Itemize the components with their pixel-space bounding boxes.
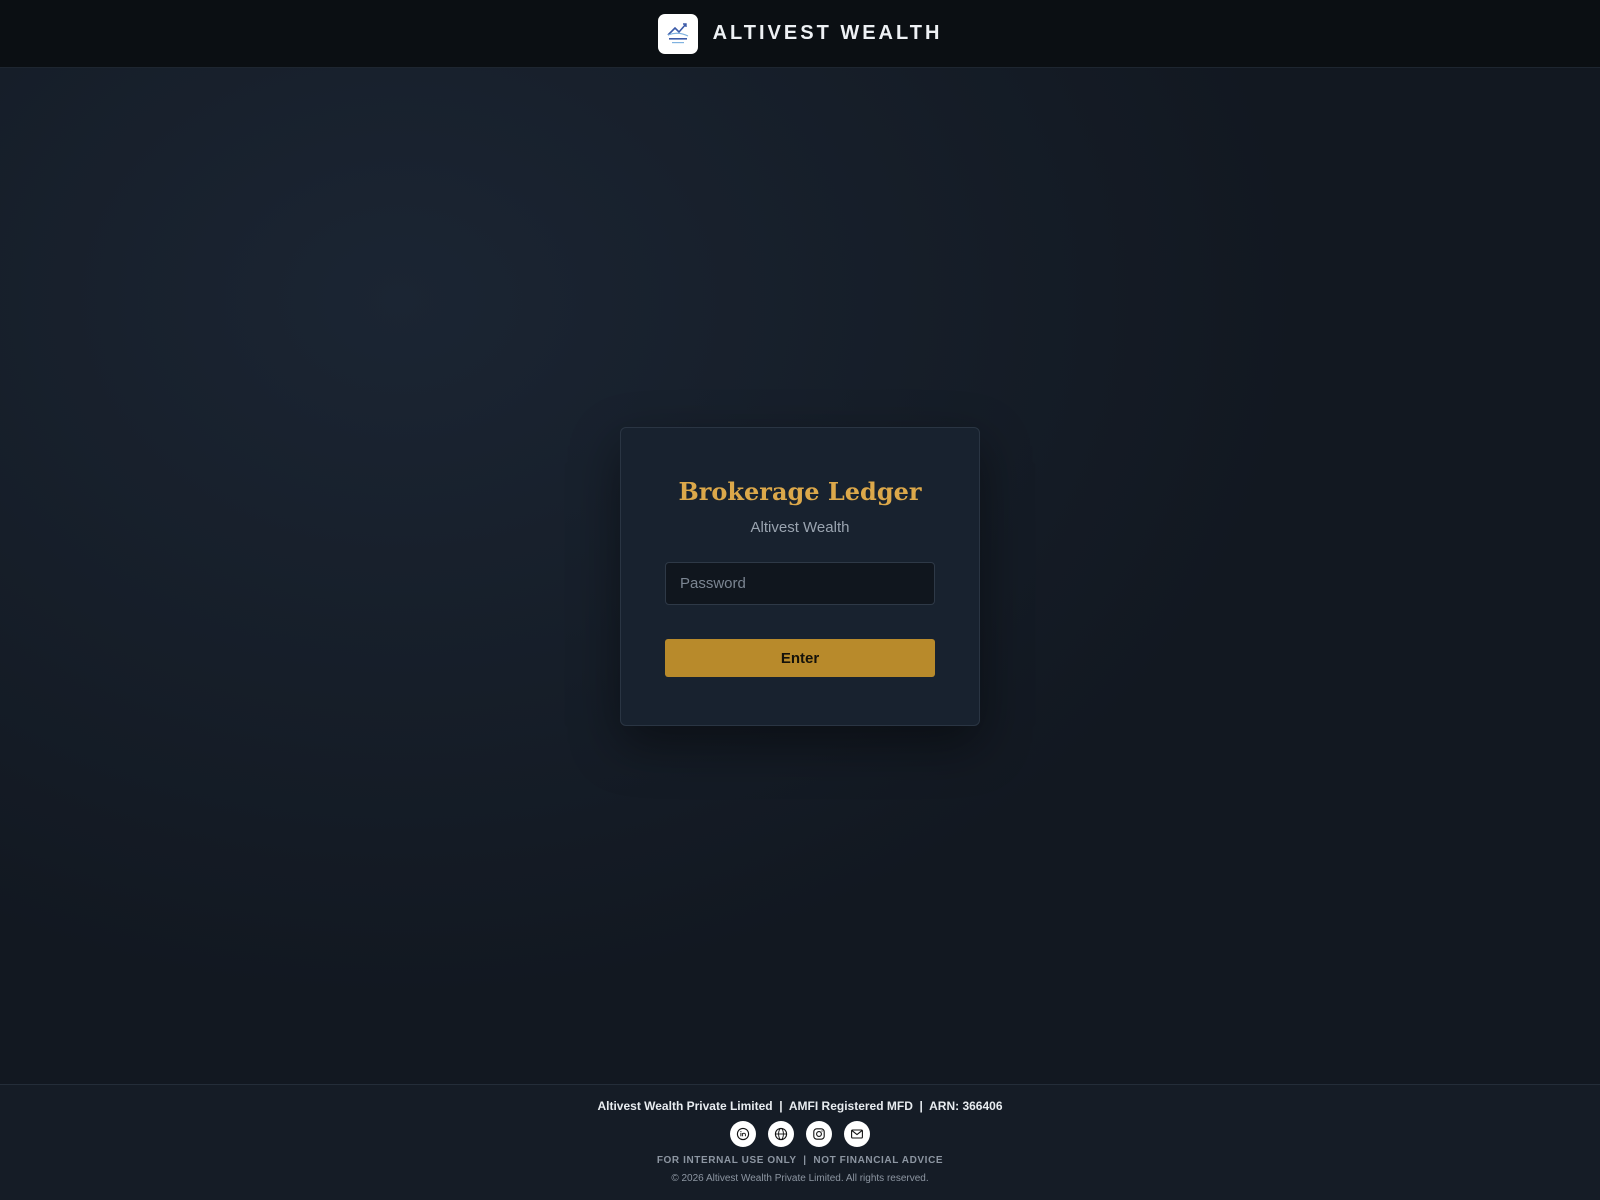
footer: Altivest Wealth Private Limited | AMFI R… bbox=[0, 1084, 1600, 1200]
brand[interactable]: ALTIVEST WEALTH bbox=[657, 13, 943, 54]
globe-icon[interactable] bbox=[768, 1121, 794, 1147]
linkedin-icon[interactable] bbox=[730, 1121, 756, 1147]
login-title: Brokerage Ledger bbox=[678, 477, 922, 506]
instagram-icon[interactable] bbox=[806, 1121, 832, 1147]
altivest-logo-icon bbox=[657, 13, 698, 54]
login-subtitle: Altivest Wealth bbox=[750, 519, 850, 536]
login-card: Brokerage Ledger Altivest Wealth Enter bbox=[620, 427, 980, 726]
footer-copyright: © 2026 Altivest Wealth Private Limited. … bbox=[671, 1173, 929, 1184]
password-input[interactable] bbox=[665, 562, 935, 605]
enter-button[interactable]: Enter bbox=[665, 639, 935, 677]
footer-disclaimer: FOR INTERNAL USE ONLY | NOT FINANCIAL AD… bbox=[656, 1155, 944, 1166]
mail-icon[interactable] bbox=[844, 1121, 870, 1147]
brand-name: ALTIVEST WEALTH bbox=[712, 22, 943, 44]
footer-company-line: Altivest Wealth Private Limited | AMFI R… bbox=[597, 1099, 1003, 1113]
footer-socials bbox=[0, 1121, 1600, 1147]
top-bar: ALTIVEST WEALTH bbox=[0, 0, 1600, 68]
